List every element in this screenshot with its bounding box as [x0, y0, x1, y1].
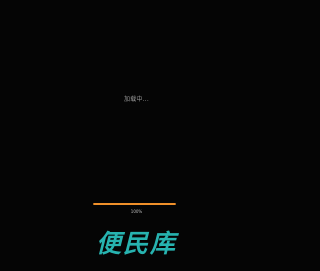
loading-message: 加载中... — [124, 96, 149, 103]
loading-screen: 加载中... 100% 便民库 — [0, 0, 273, 271]
progress-percent: 100% — [130, 209, 143, 214]
progress-bar — [93, 203, 176, 205]
brand-logo: 便民库 — [95, 229, 177, 258]
progress-bar-fill — [93, 203, 176, 205]
